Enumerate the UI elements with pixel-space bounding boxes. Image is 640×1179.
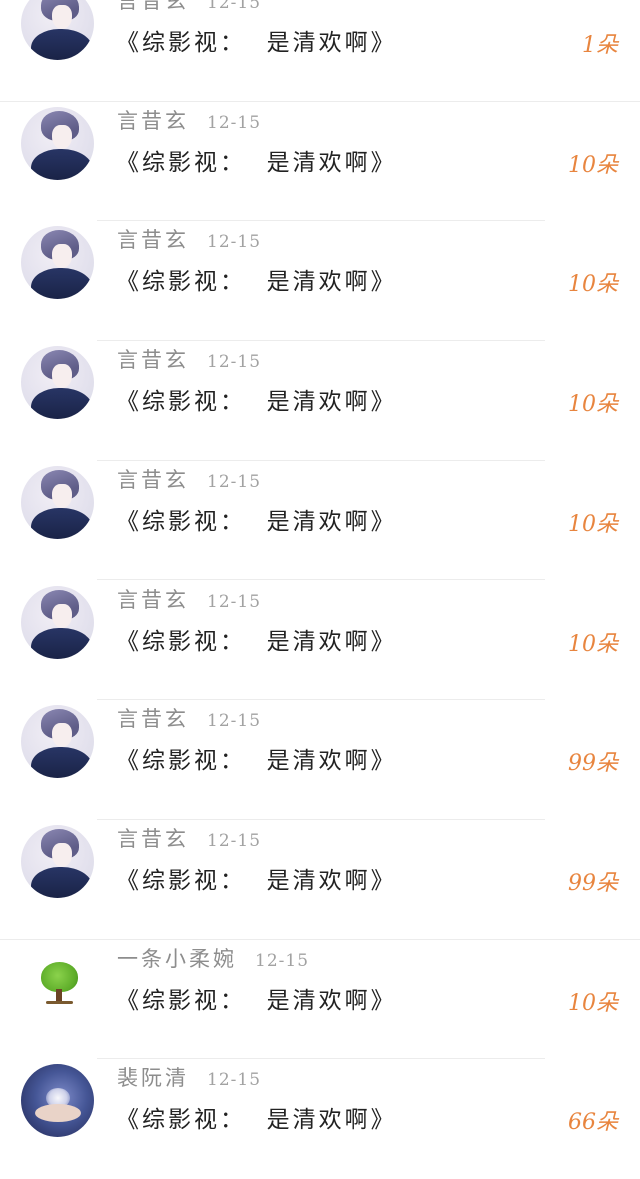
list-item[interactable]: 言昔玄 12-15 《综影视： 是清欢啊》 10朵 xyxy=(0,581,640,701)
avatar[interactable] xyxy=(21,1064,94,1138)
record-date: 12-15 xyxy=(207,112,262,133)
list-item[interactable]: 裴阮清 12-15 《综影视： 是清欢啊》 66朵 xyxy=(0,1059,640,1179)
avatar[interactable] xyxy=(21,465,94,539)
book-title[interactable]: 《综影视： 是清欢啊》 xyxy=(116,143,397,177)
avatar[interactable] xyxy=(21,944,94,1018)
list-item[interactable]: 言昔玄 12-15 《综影视： 是清欢啊》 10朵 xyxy=(0,341,640,461)
book-title[interactable]: 《综影视： 是清欢啊》 xyxy=(116,502,397,536)
list-item[interactable]: 一条小柔婉 12-15 《综影视： 是清欢啊》 10朵 xyxy=(0,940,640,1060)
avatar[interactable] xyxy=(21,824,94,898)
gift-count: 66朵 xyxy=(568,1110,618,1136)
record-date: 12-15 xyxy=(207,711,262,732)
gift-count: 10朵 xyxy=(568,631,618,657)
list-item[interactable]: 言昔玄 12-15 《综影视： 是清欢啊》 99朵 xyxy=(0,820,640,940)
book-title[interactable]: 《综影视： 是清欢啊》 xyxy=(116,382,397,416)
book-title[interactable]: 《综影视： 是清欢啊》 xyxy=(116,981,397,1015)
gift-count: 10朵 xyxy=(568,511,618,537)
list-item[interactable]: 言昔玄 12-15 《综影视： 是清欢啊》 1朵 xyxy=(0,0,640,102)
avatar[interactable] xyxy=(21,0,94,60)
avatar[interactable] xyxy=(21,585,94,659)
book-title[interactable]: 《综影视： 是清欢啊》 xyxy=(116,861,397,895)
record-date: 12-15 xyxy=(207,1070,262,1091)
gift-count: 99朵 xyxy=(568,751,618,777)
gift-count: 99朵 xyxy=(568,870,618,896)
book-title[interactable]: 《综影视： 是清欢啊》 xyxy=(116,262,397,296)
user-name[interactable]: 一条小柔婉 xyxy=(117,943,237,973)
record-date: 12-15 xyxy=(207,591,262,612)
tree-icon xyxy=(41,961,78,992)
gift-count: 10朵 xyxy=(568,392,618,418)
list-item[interactable]: 言昔玄 12-15 《综影视： 是清欢啊》 10朵 xyxy=(0,102,640,222)
gift-count: 10朵 xyxy=(568,152,618,178)
avatar[interactable] xyxy=(21,705,94,779)
user-name[interactable]: 言昔玄 xyxy=(117,584,189,614)
gift-count: 1朵 xyxy=(582,33,618,58)
avatar[interactable] xyxy=(21,226,94,300)
user-name[interactable]: 言昔玄 xyxy=(117,0,189,15)
list-item[interactable]: 言昔玄 12-15 《综影视： 是清欢啊》 99朵 xyxy=(0,700,640,820)
list-item[interactable]: 言昔玄 12-15 《综影视： 是清欢啊》 10朵 xyxy=(0,461,640,581)
record-date: 12-15 xyxy=(207,0,262,13)
record-date: 12-15 xyxy=(207,471,262,492)
user-name[interactable]: 裴阮清 xyxy=(117,1062,189,1092)
book-title[interactable]: 《综影视： 是清欢啊》 xyxy=(116,741,397,775)
book-title[interactable]: 《综影视： 是清欢啊》 xyxy=(116,622,397,656)
user-name[interactable]: 言昔玄 xyxy=(117,224,189,254)
record-date: 12-15 xyxy=(207,352,262,373)
record-date: 12-15 xyxy=(207,232,262,253)
record-date: 12-15 xyxy=(207,830,262,851)
gift-count: 10朵 xyxy=(568,272,618,298)
book-title[interactable]: 《综影视： 是清欢啊》 xyxy=(116,23,397,57)
avatar[interactable] xyxy=(21,106,94,180)
user-name[interactable]: 言昔玄 xyxy=(117,344,189,374)
gift-record-list: 言昔玄 12-15 《综影视： 是清欢啊》 1朵 言昔玄 12-15 《综影视：… xyxy=(0,0,640,1177)
user-name[interactable]: 言昔玄 xyxy=(117,105,189,135)
user-name[interactable]: 言昔玄 xyxy=(117,823,189,853)
gift-count: 10朵 xyxy=(568,990,618,1016)
user-name[interactable]: 言昔玄 xyxy=(117,464,189,494)
user-name[interactable]: 言昔玄 xyxy=(117,703,189,733)
avatar[interactable] xyxy=(21,346,94,420)
record-date: 12-15 xyxy=(255,950,310,971)
book-title[interactable]: 《综影视： 是清欢啊》 xyxy=(116,1100,397,1134)
list-item[interactable]: 言昔玄 12-15 《综影视： 是清欢啊》 10朵 xyxy=(0,221,640,342)
